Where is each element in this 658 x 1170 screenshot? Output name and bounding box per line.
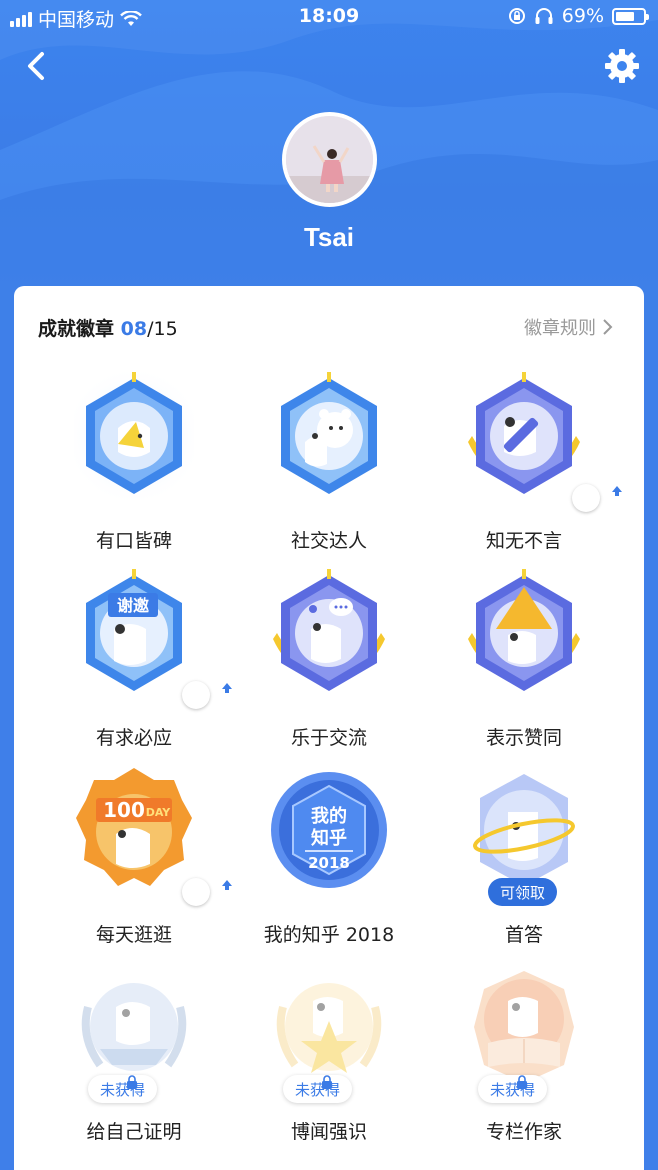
locked-label: 未获得	[295, 1080, 341, 1099]
chevron-left-icon	[28, 52, 44, 80]
upgrade-arrow-icon	[572, 484, 622, 512]
svg-text:谢邀: 谢邀	[117, 596, 149, 615]
gear-icon	[605, 49, 639, 83]
badge-label: 给自己证明	[86, 1121, 182, 1143]
upgrade-arrow-icon	[182, 681, 232, 709]
svg-text:2018: 2018	[308, 854, 350, 872]
locked-status-badge: 未获得	[88, 1075, 158, 1103]
claim-badge-button[interactable]: 可领取	[488, 878, 558, 906]
svg-text:DAY: DAY	[146, 806, 172, 819]
battery-icon	[612, 7, 649, 25]
lock-icon	[127, 1075, 137, 1089]
badge-label: 表示赞同	[485, 727, 562, 749]
locked-label: 未获得	[100, 1080, 146, 1099]
badge-label: 每天逛逛	[95, 924, 172, 946]
earned-count: 08	[120, 318, 148, 340]
badge-cell[interactable]: 可领取 首答	[426, 760, 622, 956]
badge-cell[interactable]: 未获得 给自己证明	[36, 957, 232, 1153]
badge-label: 有口皆碑	[95, 530, 172, 552]
svg-text:知乎: 知乎	[311, 827, 347, 849]
thanks-sign-badge-icon: 谢邀	[86, 569, 182, 691]
username: Tsai	[303, 222, 355, 252]
badge-label: 有求必应	[95, 727, 172, 749]
badge-cell[interactable]: 未获得 专栏作家	[426, 957, 622, 1153]
badge-cell[interactable]: 社交达人	[231, 366, 427, 562]
achievement-card: 成就徽章 08/15 徽章规则 有口皆碑 社交达人 知无不言 谢邀 有求必应 乐…	[14, 286, 644, 1170]
claim-label: 可领取	[500, 883, 546, 902]
badge-cell[interactable]: 表示赞同	[426, 563, 622, 759]
status-bar: 中国移动 18:09 69%	[0, 0, 658, 34]
100-day-badge-icon: 100 DAY	[76, 768, 192, 886]
badge-cell[interactable]: 有口皆碑	[36, 366, 232, 562]
badge-cell[interactable]: 谢邀 有求必应	[36, 563, 232, 759]
locked-status-badge: 未获得	[283, 1075, 353, 1103]
badge-label: 乐于交流	[290, 727, 367, 749]
avatar[interactable]	[282, 112, 377, 207]
badge-label: 首答	[504, 924, 543, 946]
pencil-badge-icon	[468, 372, 580, 494]
battery-percent: 69%	[561, 5, 604, 27]
badge-label: 社交达人	[290, 530, 367, 552]
locked-status-badge: 未获得	[478, 1075, 548, 1103]
bear-friends-badge-icon	[281, 372, 377, 494]
megaphone-badge-icon	[74, 366, 194, 506]
upvote-badge-icon	[468, 569, 580, 691]
badge-cell[interactable]: 100 DAY 每天逛逛	[36, 760, 232, 956]
locked-label: 未获得	[490, 1080, 536, 1099]
lock-icon	[517, 1075, 527, 1089]
chevron-right-icon	[603, 319, 613, 335]
rotation-lock-icon	[508, 8, 525, 24]
upgrade-arrow-icon	[182, 878, 232, 906]
svg-text:100: 100	[103, 798, 145, 822]
badge-rules-label: 徽章规则	[524, 318, 596, 339]
total-count: /15	[147, 318, 178, 340]
back-button[interactable]	[18, 46, 58, 86]
avatar-photo	[286, 116, 373, 203]
badge-rules-link[interactable]: 徽章规则	[524, 314, 614, 340]
badge-cell[interactable]: 乐于交流	[231, 563, 427, 759]
badge-label: 专栏作家	[485, 1121, 562, 1143]
achievement-title-text: 成就徽章	[38, 318, 115, 340]
badge-cell[interactable]: 未获得 博闻强识	[231, 957, 427, 1153]
achievement-title: 成就徽章 08/15	[38, 314, 178, 341]
svg-text:我的: 我的	[311, 805, 347, 827]
badge-label: 博闻强识	[290, 1121, 367, 1143]
yearly-2018-badge-icon: 我的 知乎 2018	[271, 772, 387, 888]
badge-label: 知无不言	[485, 530, 562, 552]
badge-cell[interactable]: 我的 知乎 2018 我的知乎 2018	[231, 760, 427, 956]
headphones-icon	[535, 8, 553, 24]
badge-label: 我的知乎 2018	[263, 924, 395, 946]
lock-icon	[322, 1075, 332, 1089]
settings-button[interactable]	[602, 46, 642, 86]
chat-bubble-badge-icon	[273, 569, 385, 691]
badge-cell[interactable]: 知无不言	[426, 366, 622, 562]
